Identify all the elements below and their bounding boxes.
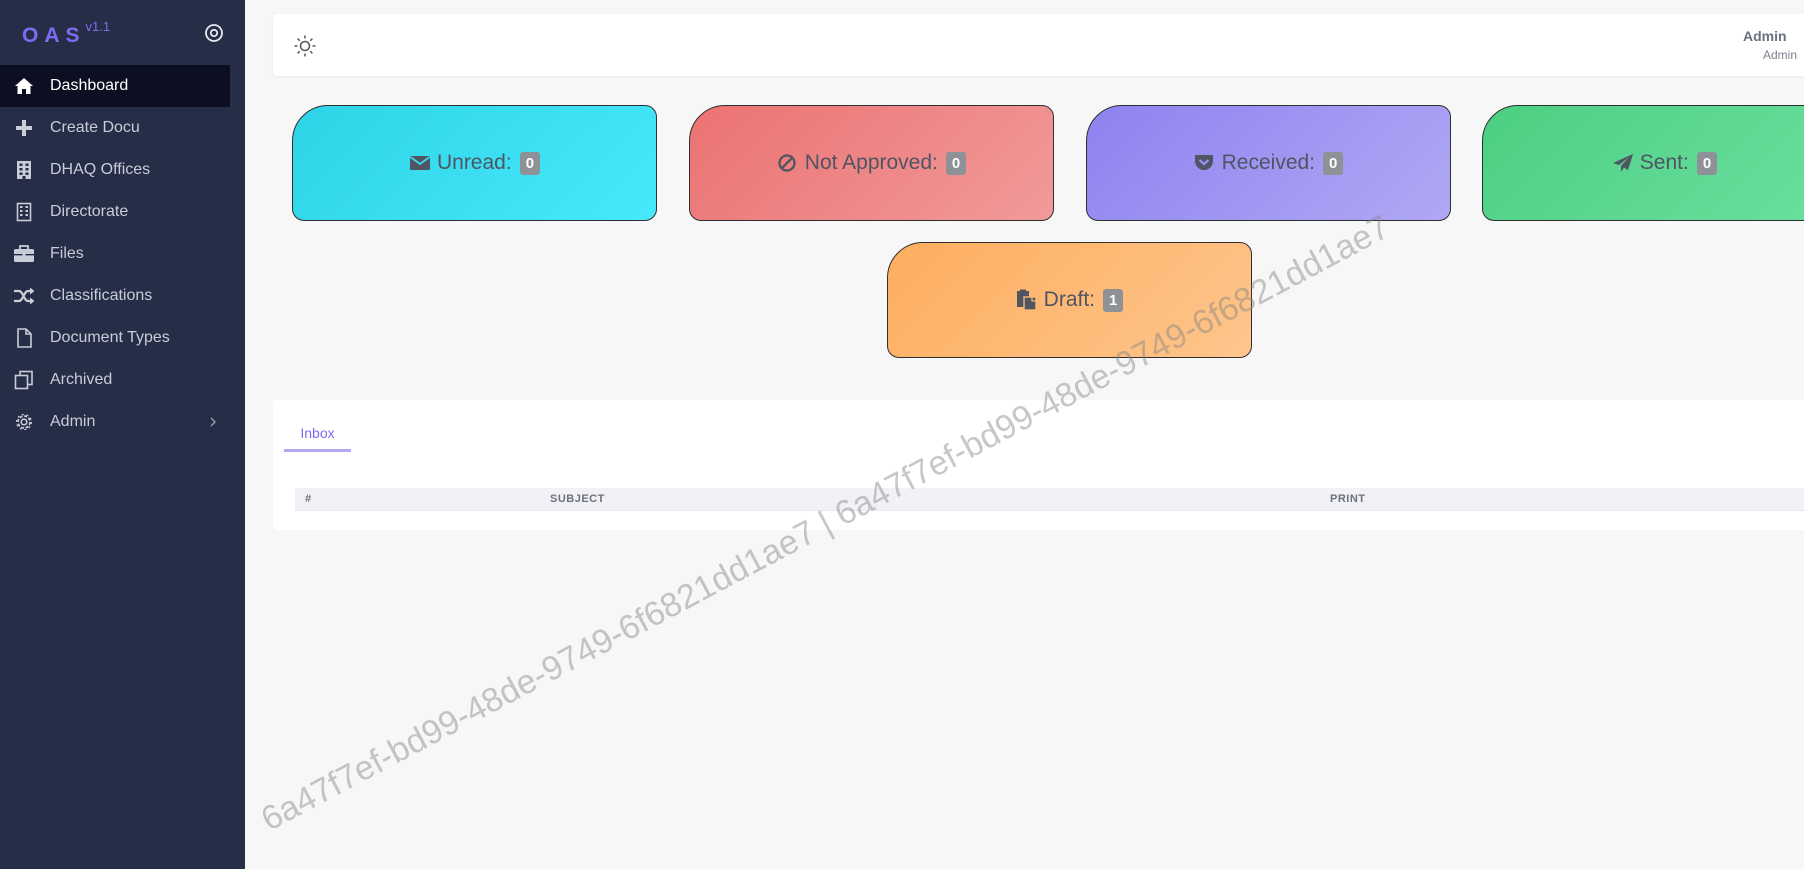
not-approved-count-badge: 0 bbox=[945, 151, 967, 175]
plus-icon bbox=[13, 117, 35, 139]
sidebar-item-admin[interactable]: Admin bbox=[0, 401, 230, 443]
sidebar-item-document-types[interactable]: Document Types bbox=[0, 317, 230, 359]
sidebar-item-create-docu[interactable]: Create Docu bbox=[0, 107, 230, 149]
not-approved-label: Not Approved: bbox=[804, 151, 938, 174]
pocket-icon bbox=[1194, 152, 1216, 174]
copy-icon bbox=[13, 369, 35, 391]
paper-plane-icon bbox=[1612, 152, 1634, 174]
sidebar: OASv1.1 Dashboard Create Docu DHAQ Offic… bbox=[0, 0, 245, 869]
top-header: Admin Admin bbox=[273, 14, 1804, 76]
draft-label: Draft: bbox=[1043, 288, 1095, 311]
sidebar-item-label: Dashboard bbox=[50, 77, 129, 94]
sidebar-item-label: DHAQ Offices bbox=[50, 161, 151, 178]
envelope-icon bbox=[409, 152, 431, 174]
tab-inbox[interactable]: Inbox bbox=[284, 425, 351, 452]
office-icon bbox=[13, 201, 35, 223]
ban-icon bbox=[777, 152, 799, 174]
user-role: Admin bbox=[1763, 48, 1798, 62]
draft-card[interactable]: Draft: 1 bbox=[887, 242, 1252, 358]
sidebar-item-dhaq-offices[interactable]: DHAQ Offices bbox=[0, 149, 230, 191]
user-name[interactable]: Admin bbox=[1743, 28, 1787, 44]
sidebar-item-label: Files bbox=[50, 245, 84, 262]
gear-icon bbox=[13, 411, 35, 433]
file-icon bbox=[13, 327, 35, 349]
clipboard-icon bbox=[1016, 289, 1038, 311]
received-card[interactable]: Received: 0 bbox=[1086, 105, 1451, 221]
sidebar-item-directorate[interactable]: Directorate bbox=[0, 191, 230, 233]
chevron-right-icon bbox=[206, 414, 220, 430]
column-header-print[interactable]: PRINT bbox=[1330, 493, 1366, 505]
inbox-table-header: # SUBJECT PRINT bbox=[295, 488, 1804, 511]
sun-icon[interactable] bbox=[293, 34, 317, 58]
draft-count-badge: 1 bbox=[1103, 288, 1124, 312]
not-approved-card[interactable]: Not Approved: 0 bbox=[689, 105, 1054, 221]
sidebar-item-label: Archived bbox=[50, 371, 113, 388]
sidebar-item-label: Admin bbox=[50, 413, 96, 430]
sidebar-item-archived[interactable]: Archived bbox=[0, 359, 230, 401]
brand-version: v1.1 bbox=[85, 19, 111, 34]
sidebar-item-files[interactable]: Files bbox=[0, 233, 230, 275]
sidebar-item-label: Create Docu bbox=[50, 119, 140, 136]
sidebar-item-label: Document Types bbox=[50, 329, 170, 346]
sent-label: Sent: bbox=[1639, 151, 1689, 174]
received-count-badge: 0 bbox=[1323, 151, 1344, 175]
sidebar-nav: Dashboard Create Docu DHAQ Offices Direc… bbox=[0, 65, 230, 443]
column-header-subject[interactable]: SUBJECT bbox=[550, 493, 605, 505]
briefcase-icon bbox=[13, 243, 35, 265]
unread-card[interactable]: Unread: 0 bbox=[292, 105, 657, 221]
sent-count-badge: 0 bbox=[1696, 151, 1718, 175]
building-icon bbox=[13, 159, 35, 181]
brand-logo[interactable]: OASv1.1 bbox=[22, 19, 111, 48]
sidebar-item-dashboard[interactable]: Dashboard bbox=[0, 65, 230, 107]
home-icon bbox=[13, 75, 35, 97]
unread-count-badge: 0 bbox=[519, 151, 541, 175]
shuffle-icon bbox=[13, 285, 35, 307]
received-label: Received: bbox=[1221, 151, 1316, 174]
sent-card[interactable]: Sent: 0 bbox=[1482, 105, 1804, 221]
column-header-number[interactable]: # bbox=[305, 493, 312, 505]
sidebar-item-classifications[interactable]: Classifications bbox=[0, 275, 230, 317]
sidebar-toggle-icon[interactable] bbox=[204, 23, 224, 43]
unread-label: Unread: bbox=[436, 151, 512, 174]
sidebar-item-label: Classifications bbox=[50, 287, 153, 304]
sidebar-item-label: Directorate bbox=[50, 203, 129, 220]
inbox-panel: Inbox # SUBJECT PRINT bbox=[273, 400, 1804, 530]
brand-name: OAS bbox=[22, 24, 86, 47]
